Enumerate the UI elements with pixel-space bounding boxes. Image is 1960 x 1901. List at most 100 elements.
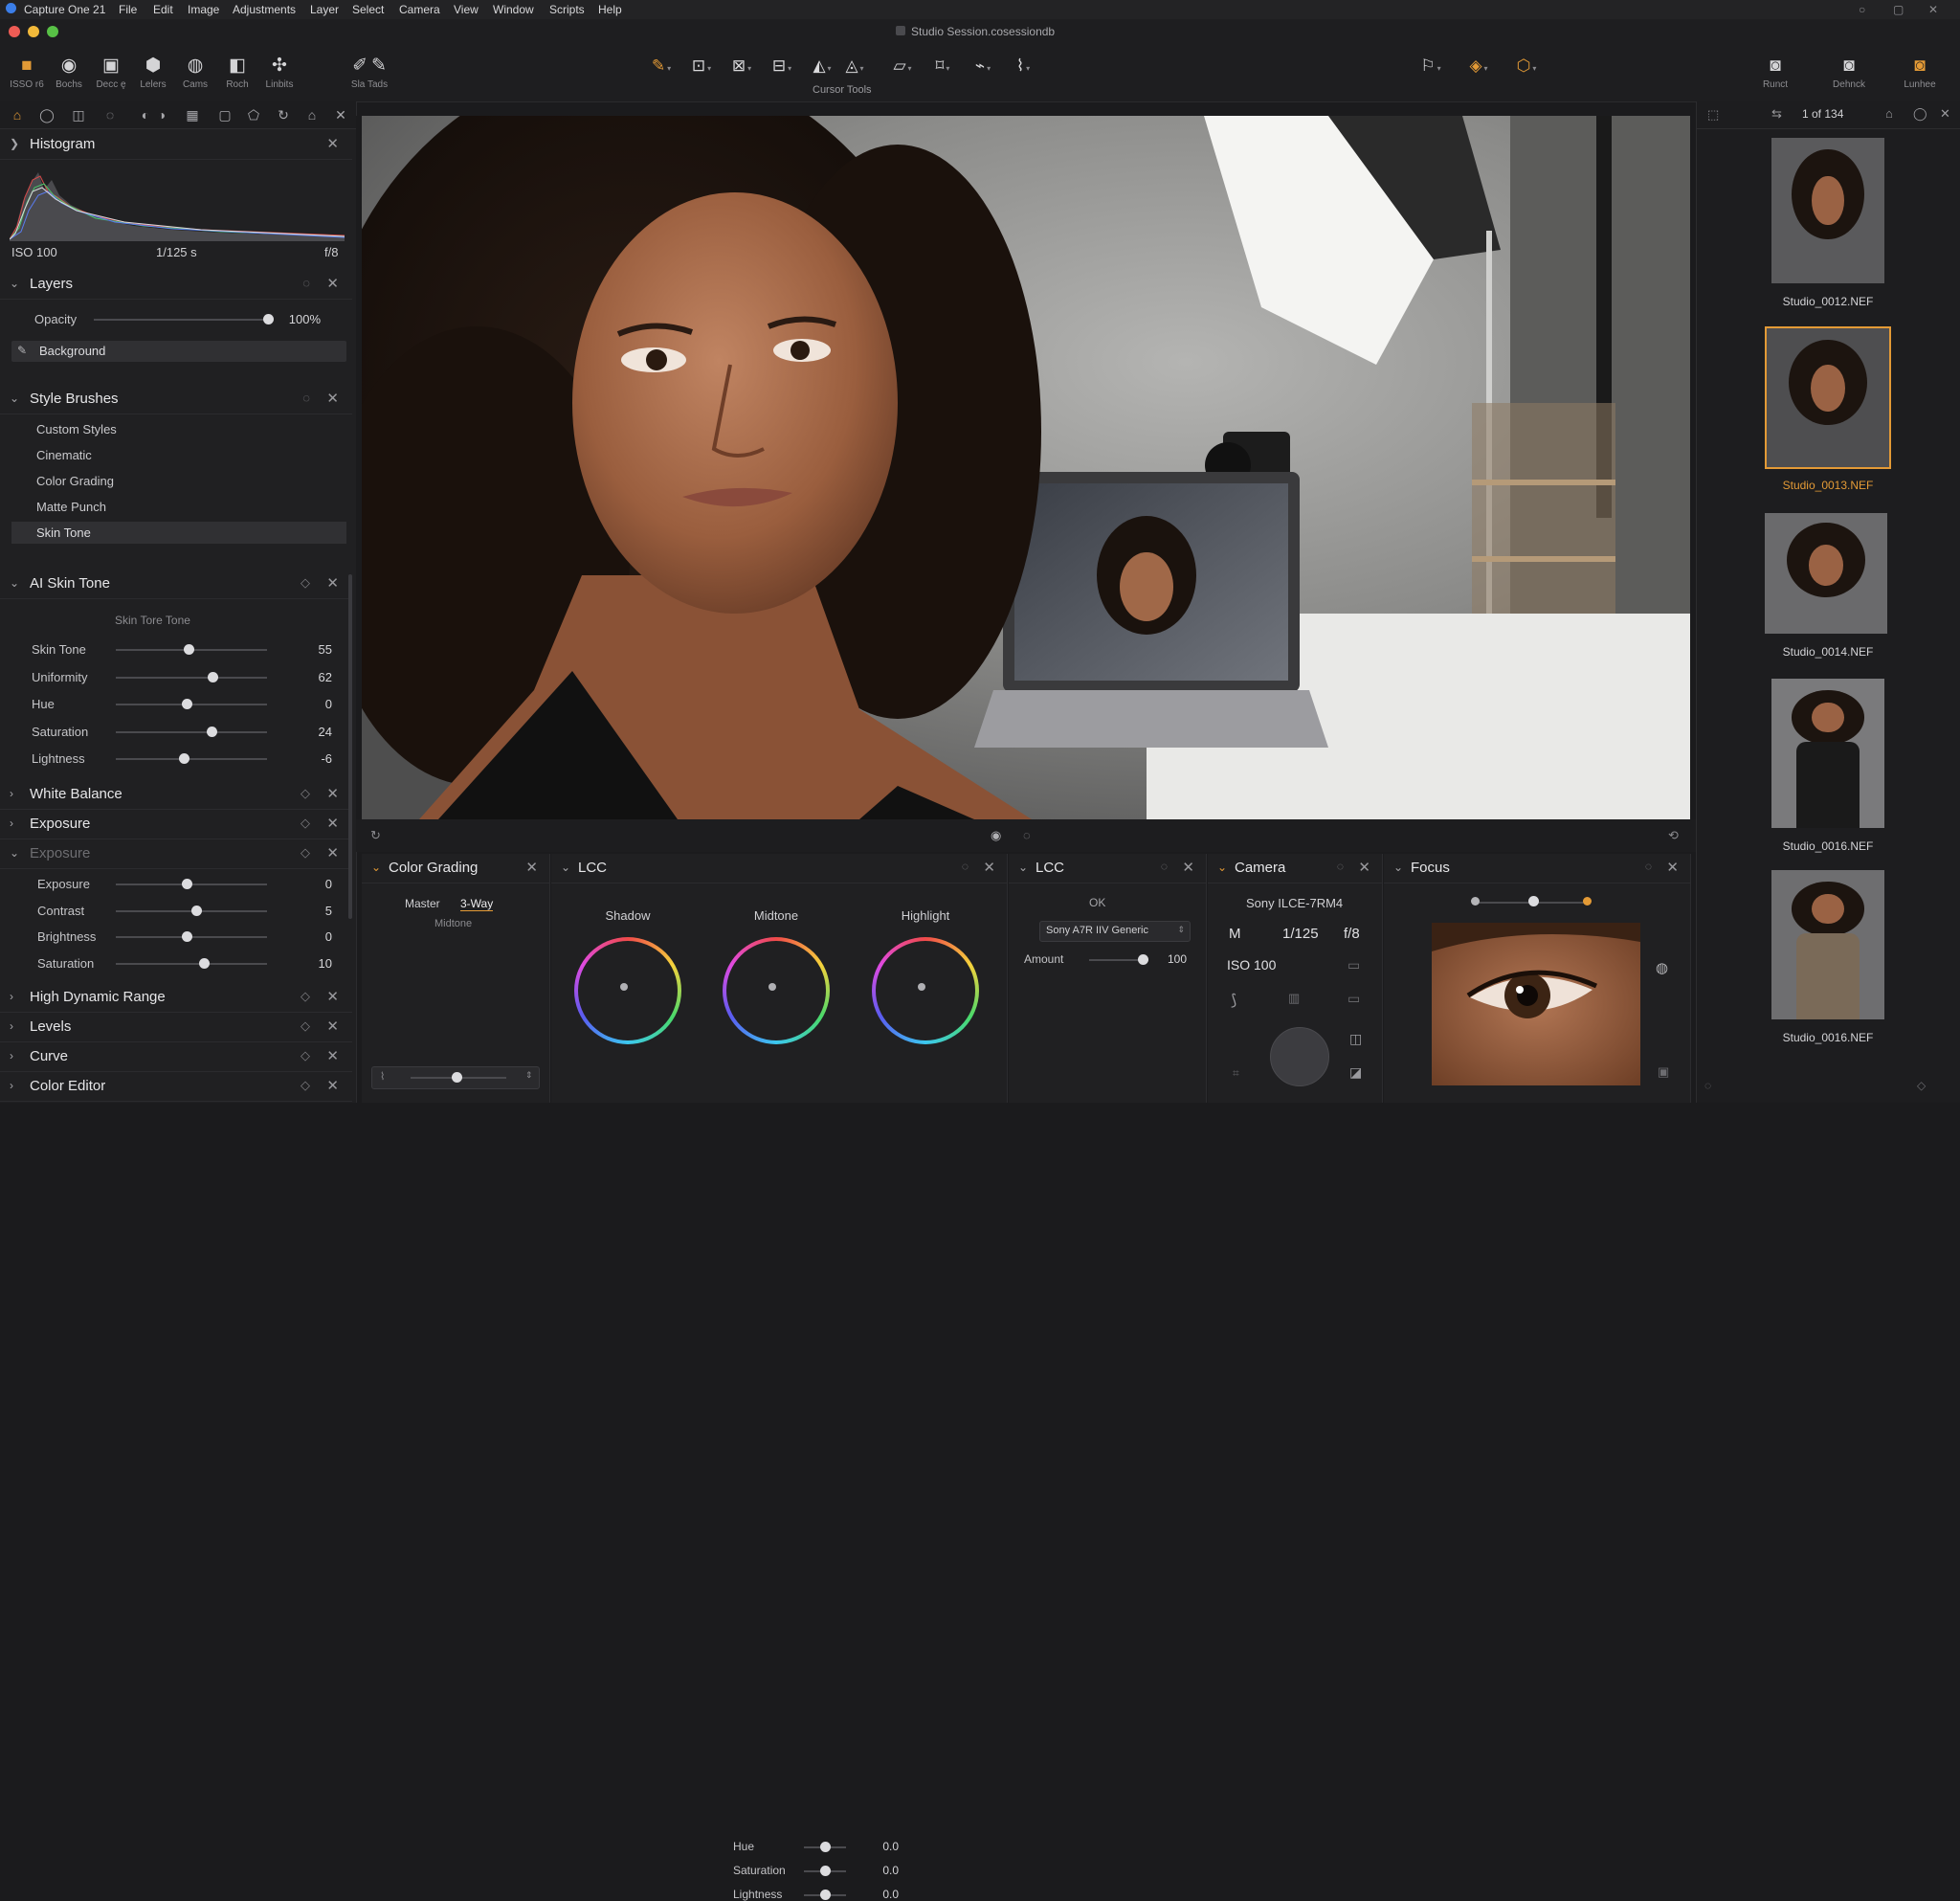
close-window-icon[interactable]: ✕	[1928, 3, 1938, 16]
slider-knob[interactable]	[183, 644, 194, 655]
scroll-up-icon[interactable]: ◌	[1704, 1079, 1711, 1092]
style-item[interactable]: Custom Styles	[36, 422, 117, 436]
close-icon[interactable]: ✕	[326, 1018, 339, 1035]
menu-scripts[interactable]: Scripts	[549, 3, 585, 16]
close-icon[interactable]: ✕	[326, 785, 339, 802]
filmstrip-thumbnail[interactable]	[1765, 513, 1887, 634]
minimize-icon[interactable]: ○	[1859, 3, 1865, 16]
battery-icon[interactable]: ◫	[1349, 1031, 1362, 1047]
hdr-header[interactable]: › High Dynamic Range ◇ ✕	[0, 983, 352, 1013]
app-name-menu[interactable]: Capture One 21	[24, 3, 105, 16]
scroll-down-icon[interactable]: ◇	[1917, 1079, 1926, 1092]
opacity-slider[interactable]	[94, 314, 274, 324]
slider-track[interactable]	[116, 699, 267, 709]
exposure-detail-header[interactable]: ⌄ Exposure ◇ ✕	[0, 839, 352, 869]
midtone-color-wheel[interactable]	[723, 937, 830, 1044]
settings-icon[interactable]: ◯	[1913, 106, 1927, 122]
tab-exposure-icon[interactable]: ◐	[137, 106, 154, 123]
reset-icon[interactable]: ◇	[301, 1048, 310, 1063]
tab-lock-icon[interactable]: ⌂	[303, 106, 321, 123]
filter-icon[interactable]: ⌂	[1885, 106, 1893, 121]
opacity-slider-knob[interactable]	[263, 314, 274, 324]
tab-metadata-icon[interactable]: ▢	[216, 106, 234, 123]
layer-row-background[interactable]: ✎ Background	[11, 341, 346, 362]
tether-button[interactable]: ✣ Linbits	[255, 50, 304, 98]
loupe-icon[interactable]: ⊡ ▾	[685, 54, 718, 78]
left-panel-scrollbar[interactable]	[348, 574, 352, 919]
slider-knob[interactable]	[198, 957, 210, 969]
grading-slider-value[interactable]: 0.0	[860, 1864, 899, 1877]
close-icon[interactable]: ✕	[983, 859, 995, 876]
slider-value[interactable]: 55	[294, 642, 332, 657]
tab-batch-icon[interactable]: ↻	[275, 106, 292, 123]
sort-icon[interactable]: ⇆	[1771, 106, 1782, 122]
menu-image[interactable]: Image	[188, 3, 219, 16]
close-icon[interactable]: ✕	[1666, 859, 1679, 876]
reset-icon[interactable]: ◇	[301, 816, 310, 831]
filmstrip-view-icon[interactable]: ⬚	[1707, 107, 1719, 123]
exposure-header[interactable]: › Exposure ◇ ✕	[0, 810, 352, 839]
style-item-selected[interactable]: Skin Tone	[11, 522, 346, 544]
levels-header[interactable]: › Levels ◇ ✕	[0, 1013, 352, 1042]
brush-icon[interactable]: ⌇ ▾	[1007, 54, 1039, 78]
menu-view[interactable]: View	[454, 3, 479, 16]
filmstrip-thumbnail[interactable]	[1765, 326, 1891, 469]
grading-slider-value[interactable]: 0.0	[860, 1888, 899, 1901]
slider-track[interactable]	[116, 957, 267, 969]
eraser-icon[interactable]: ⌑ ▾	[926, 54, 959, 78]
tab-details-icon[interactable]: ◑	[153, 106, 170, 123]
focus-header[interactable]: ⌄ Focus ◌ ✕	[1384, 854, 1690, 883]
rotate-icon[interactable]: ⊟ ▾	[766, 54, 798, 78]
reset-button[interactable]: ◙ Runct	[1750, 50, 1800, 98]
menu-file[interactable]: File	[119, 3, 137, 16]
compare-icon[interactable]: ◌	[1023, 828, 1031, 842]
close-window-button[interactable]	[9, 26, 20, 37]
close-icon[interactable]: ✕	[1940, 106, 1950, 122]
close-icon[interactable]: ✕	[326, 1077, 339, 1094]
grading-slider-knob[interactable]	[820, 1866, 831, 1876]
reset-icon[interactable]: ◌	[1645, 860, 1652, 873]
card-icon[interactable]: ◪	[1349, 1064, 1362, 1081]
highlight-color-wheel[interactable]	[872, 937, 979, 1044]
close-icon[interactable]: ✕	[326, 574, 339, 592]
slider-value[interactable]: 0	[294, 877, 332, 891]
amount-slider[interactable]	[1089, 954, 1148, 965]
stepper-icon[interactable]: ⇕	[525, 1070, 533, 1081]
close-icon[interactable]: ✕	[525, 859, 538, 876]
slider-value[interactable]: 62	[294, 670, 332, 684]
tab-3-way[interactable]: 3-Way	[460, 897, 494, 911]
close-icon[interactable]: ✕	[326, 988, 339, 1005]
menu-window[interactable]: Window	[493, 3, 534, 16]
style-brushes-header[interactable]: ⌄ Style Brushes ◌ ✕	[0, 385, 352, 414]
copy-apply-icon[interactable]: ⬡ ▾	[1510, 54, 1543, 78]
tab-master[interactable]: Master	[405, 897, 440, 910]
slider-track[interactable]	[116, 879, 267, 889]
tab-output-icon[interactable]: ⬠	[245, 106, 262, 123]
menu-edit[interactable]: Edit	[153, 3, 173, 16]
slider-value[interactable]: 5	[294, 904, 332, 918]
capture-shutter-button[interactable]	[1270, 1027, 1329, 1086]
slider-track[interactable]	[116, 905, 267, 916]
style-item[interactable]: Color Grading	[36, 474, 114, 488]
minimize-window-button[interactable]	[28, 26, 39, 37]
amount-slider-knob[interactable]	[1137, 954, 1148, 965]
filmstrip-thumbnail[interactable]	[1771, 138, 1884, 283]
style-tools-button[interactable]: ✐ ✎ Sla Tads	[343, 50, 396, 98]
grading-slider-track[interactable]	[804, 1890, 846, 1900]
tab-adjust-icon[interactable]: ▦	[184, 106, 201, 123]
slider-knob[interactable]	[206, 726, 217, 737]
zoom-window-button[interactable]	[47, 26, 58, 37]
close-icon[interactable]: ✕	[326, 815, 339, 832]
lcc-profile-select[interactable]: Sony A7R IIV Generic ⇕	[1039, 921, 1191, 942]
camera-header[interactable]: ⌄ Camera ◌ ✕	[1208, 854, 1382, 883]
slider-knob[interactable]	[208, 671, 219, 682]
slider-value[interactable]: 0	[294, 929, 332, 944]
tab-lens-icon[interactable]: ◫	[70, 106, 87, 123]
keystone-icon[interactable]: ◭ ▾	[806, 54, 838, 78]
range-knob[interactable]	[452, 1072, 462, 1083]
pan-icon[interactable]: ✎ ▾	[645, 54, 678, 78]
grading-slider-knob[interactable]	[820, 1890, 831, 1900]
grading-slider-knob[interactable]	[820, 1842, 831, 1852]
slider-track[interactable]	[116, 726, 267, 737]
menu-adjustments[interactable]: Adjustments	[233, 3, 296, 16]
